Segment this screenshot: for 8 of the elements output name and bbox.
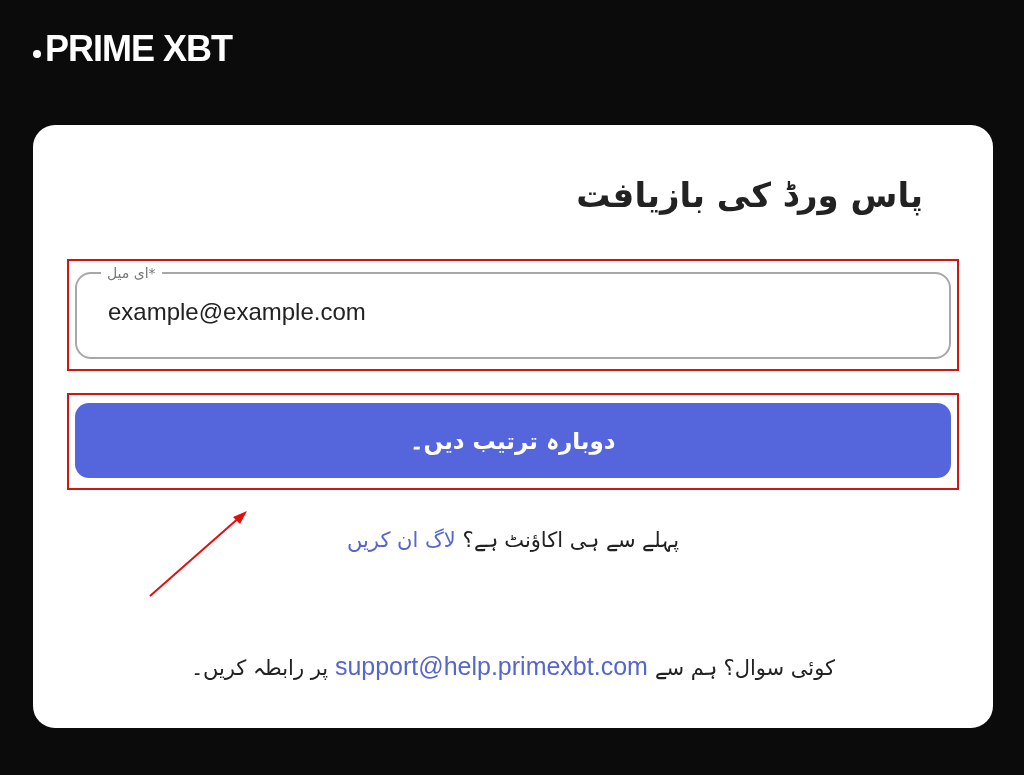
reset-button[interactable]: دوبارہ ترتیب دیں۔ [75, 403, 951, 478]
support-email-link[interactable]: support@help.primexbt.com [334, 652, 648, 680]
login-link[interactable]: لاگ ان کریں [346, 528, 456, 552]
logo-dot-icon [33, 50, 41, 58]
email-input[interactable]: example@example.com [108, 297, 918, 327]
login-prompt: پہلے سے ہی اکاؤنٹ ہے؟ لاگ ان کریں [345, 528, 681, 552]
logo: PRIME XBT [45, 28, 232, 70]
page-title: پاس ورڈ کی بازیافت [575, 174, 923, 218]
